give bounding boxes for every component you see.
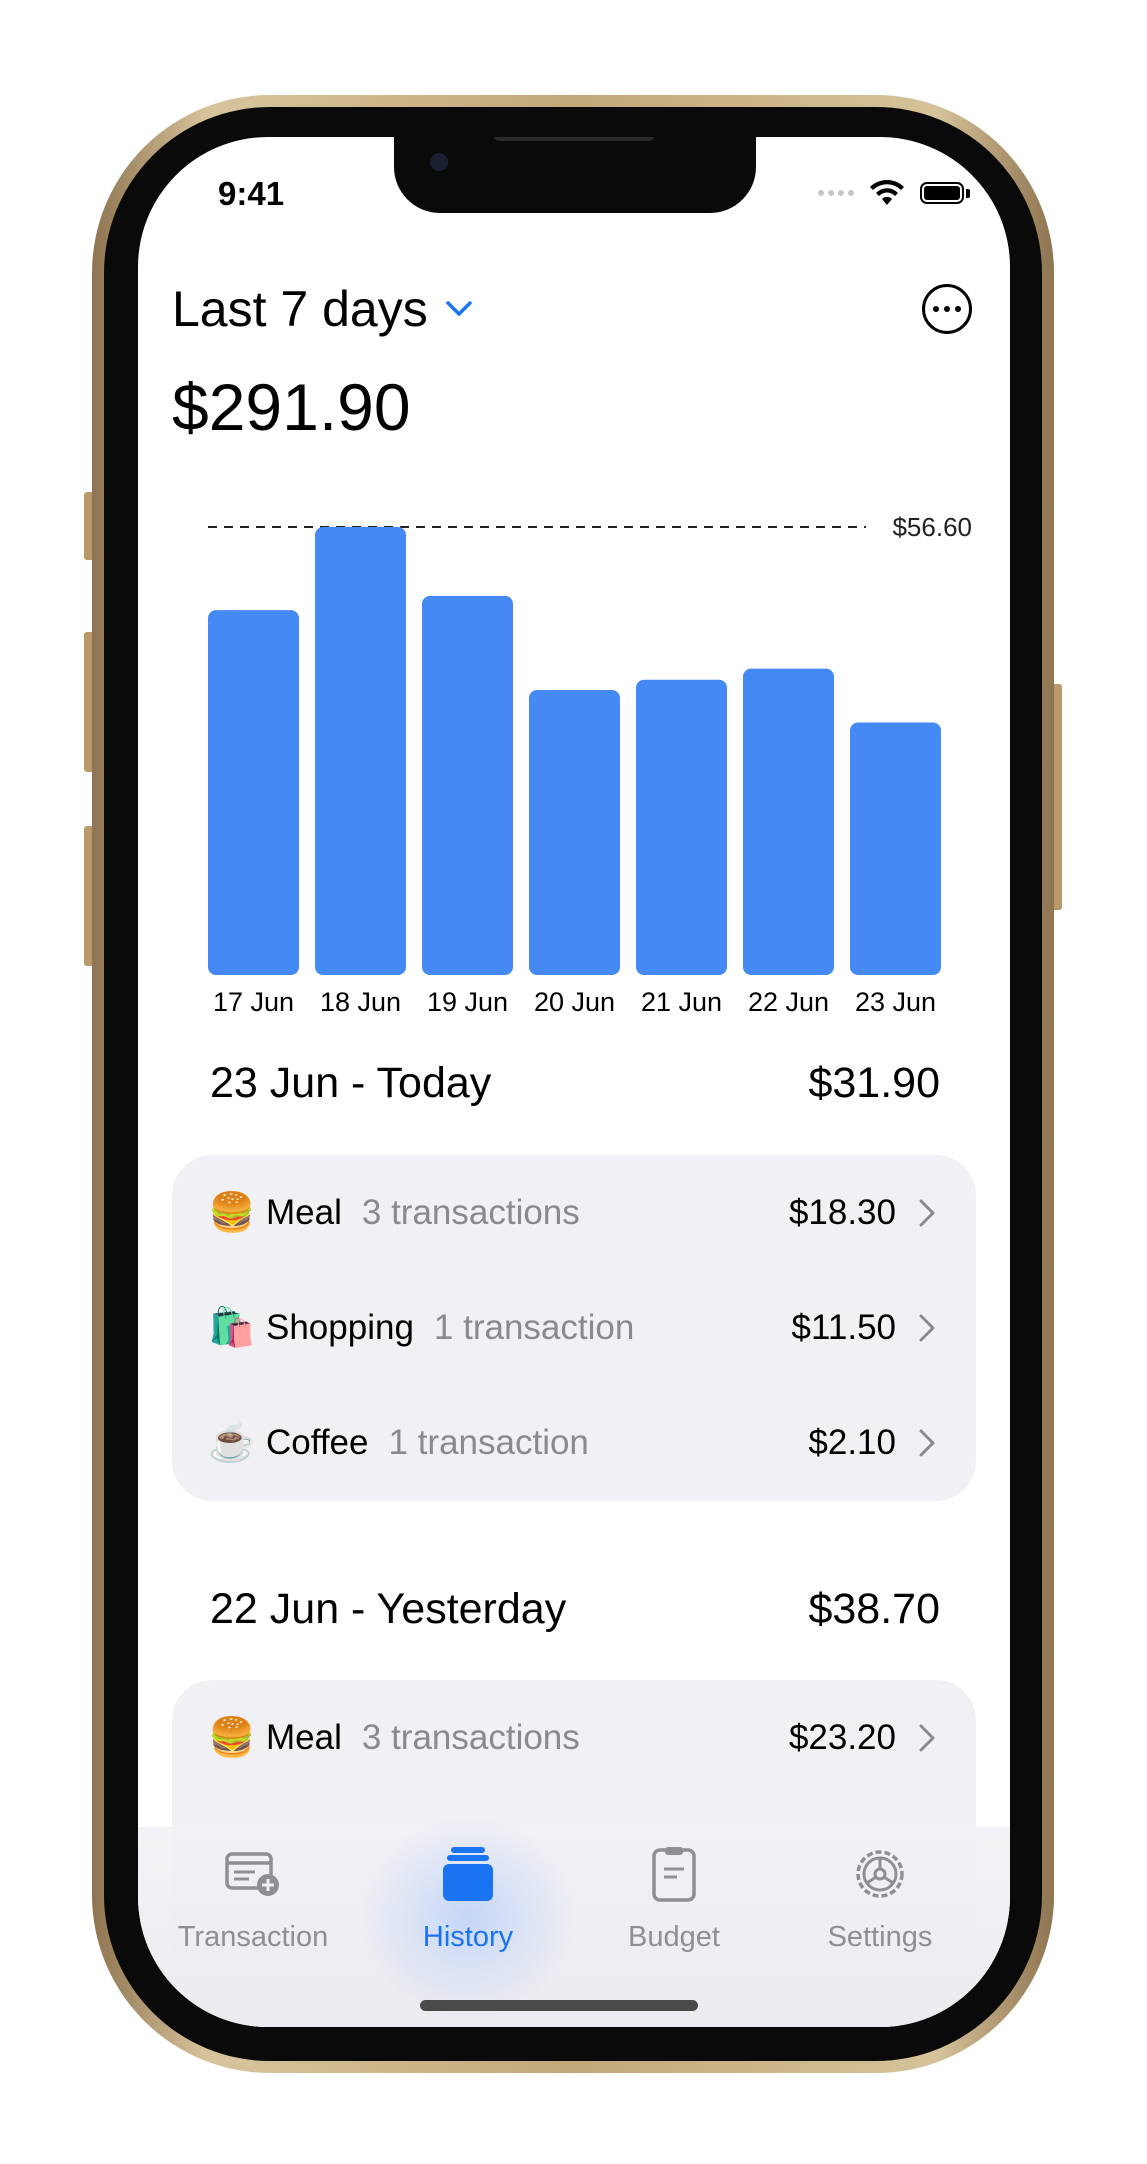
section-title: 22 Jun - Yesterday <box>210 1585 567 1633</box>
chevron-right-icon <box>919 1724 935 1751</box>
x-tick-label: 17 Jun <box>213 987 294 1017</box>
category-name: Meal <box>266 1717 342 1757</box>
chevron-right-icon <box>919 1429 935 1456</box>
category-name: Shopping <box>266 1307 414 1347</box>
category-name: Coffee <box>266 1422 369 1462</box>
category-row-shopping[interactable]: 🛍️ Shopping 1 transaction $11.50 <box>172 1270 976 1385</box>
chevron-right-icon <box>919 1314 935 1341</box>
category-amount: $18.30 <box>788 1192 896 1232</box>
transaction-count: 3 transactions <box>361 1717 580 1757</box>
category-amount: $11.50 <box>791 1307 896 1347</box>
section-header-today: 23 Jun - Today $31.90 <box>210 1059 940 1108</box>
tab-label: Budget <box>628 1921 720 1953</box>
tab-bar: Transaction History Budget Settings <box>138 1807 1010 2027</box>
transaction-count: 3 transactions <box>361 1192 580 1232</box>
tab-transaction[interactable]: Transaction <box>153 1843 353 1954</box>
x-tick-label: 18 Jun <box>320 987 401 1017</box>
category-amount: $23.20 <box>788 1717 896 1757</box>
transaction-count: 1 transaction <box>388 1422 589 1462</box>
tab-settings[interactable]: Settings <box>780 1843 980 1954</box>
section-total: $38.70 <box>808 1585 940 1633</box>
category-row-coffee[interactable]: ☕ Coffee 1 transaction $2.10 <box>172 1385 976 1500</box>
chart-bar[interactable] <box>850 722 941 975</box>
x-tick-label: 20 Jun <box>534 987 615 1017</box>
home-indicator <box>420 2000 698 2011</box>
category-row-meal[interactable]: 🍔 Meal 3 transactions $18.30 <box>172 1155 976 1270</box>
chart-bar[interactable] <box>529 690 620 975</box>
transactions-card-today: 🍔 Meal 3 transactions $18.30 🛍️ Shopping… <box>172 1155 976 1501</box>
chart-bar[interactable] <box>743 668 834 975</box>
spending-bar-chart: $56.60 17 Jun 18 Jun 19 Jun 20 Jun 21 Jun 22 J… <box>208 512 972 1017</box>
burger-icon: 🍔 <box>208 1191 256 1234</box>
coffee-cup-icon: ☕ <box>208 1421 256 1464</box>
tab-label: Transaction <box>177 1921 329 1953</box>
shopping-bags-icon: 🛍️ <box>208 1306 256 1349</box>
section-title: 23 Jun - Today <box>210 1059 492 1107</box>
category-amount: $2.10 <box>808 1422 896 1462</box>
tab-label: Settings <box>827 1921 933 1953</box>
section-header-yesterday: 22 Jun - Yesterday $38.70 <box>210 1585 940 1634</box>
transaction-add-icon <box>225 1852 279 1896</box>
category-name: Meal <box>266 1192 342 1232</box>
app-screen: 9:41 Last 7 days $291.90 $56.60 17 Jun 18 … <box>138 137 1010 2027</box>
settings-gear-icon <box>856 1850 904 1898</box>
section-total: $31.90 <box>808 1059 940 1107</box>
chevron-right-icon <box>919 1199 935 1226</box>
chart-bar[interactable] <box>315 527 406 975</box>
chart-bar[interactable] <box>636 679 727 975</box>
x-tick-label: 22 Jun <box>748 987 829 1017</box>
chart-bar[interactable] <box>208 610 299 975</box>
history-stack-icon <box>443 1847 493 1901</box>
burger-icon: 🍔 <box>208 1716 256 1759</box>
tab-label: History <box>422 1921 514 1953</box>
x-tick-label: 23 Jun <box>855 987 936 1017</box>
category-row-meal[interactable]: 🍔 Meal 3 transactions $23.20 <box>172 1680 976 1795</box>
tab-budget[interactable]: Budget <box>574 1843 774 1954</box>
x-tick-label: 19 Jun <box>427 987 508 1017</box>
chart-bar[interactable] <box>422 595 513 975</box>
budget-clipboard-icon <box>652 1847 696 1902</box>
x-tick-label: 21 Jun <box>641 987 722 1017</box>
transaction-count: 1 transaction <box>433 1307 635 1347</box>
reference-line-label: $56.60 <box>892 512 972 542</box>
tab-history[interactable]: History <box>368 1843 568 1954</box>
